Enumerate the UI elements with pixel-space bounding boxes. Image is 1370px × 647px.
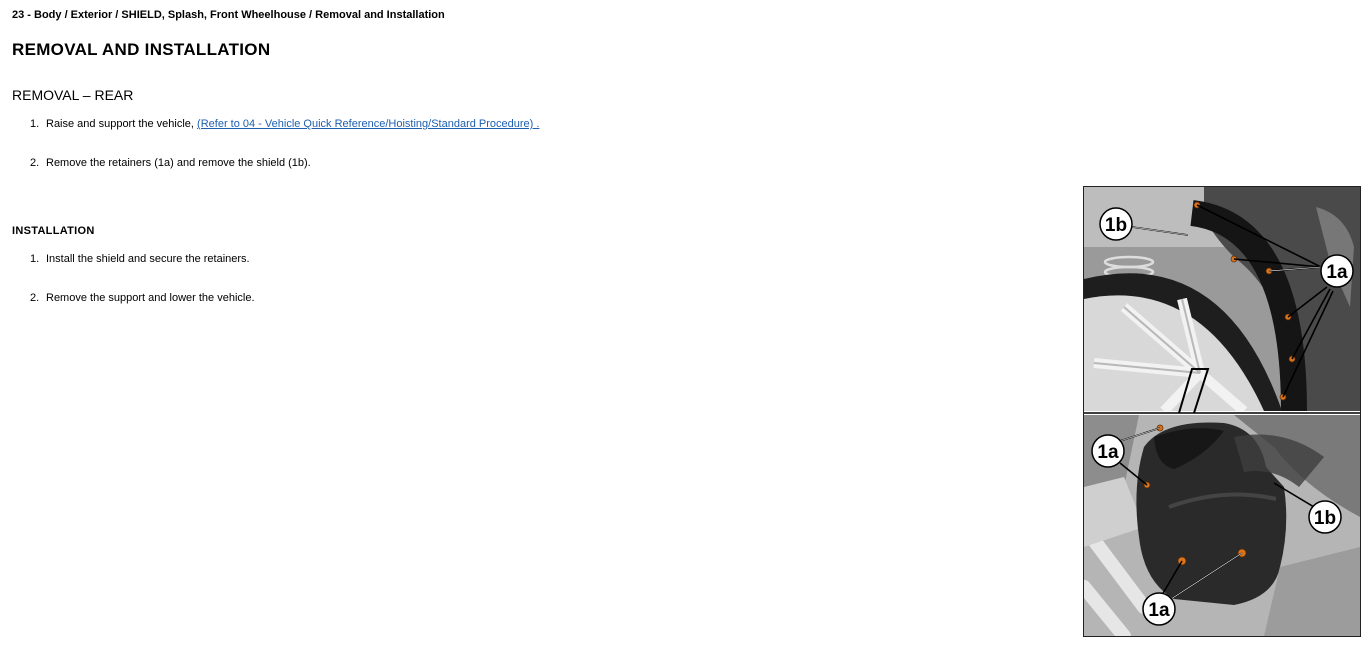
bottom-photo-panel: 1a 1b 1a bbox=[1084, 415, 1360, 636]
callout-bottom-shield: 1b bbox=[1308, 500, 1342, 534]
step-text: Install the shield and secure the retain… bbox=[46, 253, 250, 265]
hoisting-procedure-link[interactable]: (Refer to 04 - Vehicle Quick Reference/H… bbox=[197, 118, 539, 130]
step-text: Raise and support the vehicle, bbox=[46, 118, 198, 130]
step-text: Remove the retainers (1a) and remove the… bbox=[46, 157, 311, 169]
step-text: Remove the support and lower the vehicle… bbox=[46, 292, 255, 304]
installation-step-1: 1. Install the shield and secure the reta… bbox=[30, 253, 250, 265]
callout-top-retainers: 1a bbox=[1320, 254, 1354, 288]
svg-text:1a: 1a bbox=[1148, 600, 1170, 621]
removal-step-1: 1. Raise and support the vehicle, (Refer … bbox=[30, 118, 539, 130]
figure-illustration: 1b 1a 1a 1b 1a bbox=[1084, 187, 1360, 636]
installation-step-2: 2. Remove the support and lower the vehic… bbox=[30, 292, 255, 304]
step-number: 2. bbox=[30, 292, 40, 304]
breadcrumb: 23 - Body / Exterior / SHIELD, Splash, F… bbox=[12, 9, 445, 21]
removal-heading: REMOVAL – REAR bbox=[12, 87, 134, 103]
page-title: REMOVAL AND INSTALLATION bbox=[12, 40, 271, 59]
installation-heading: INSTALLATION bbox=[12, 225, 95, 237]
top-photo-panel: 1b 1a bbox=[1084, 187, 1360, 415]
svg-text:1a: 1a bbox=[1326, 262, 1348, 283]
wheelhouse-shield-figure: 1b 1a 1a 1b 1a bbox=[1083, 186, 1361, 637]
svg-text:1a: 1a bbox=[1097, 442, 1119, 463]
callout-bottom-retainers-lower: 1a bbox=[1142, 592, 1176, 626]
step-number: 1. bbox=[30, 253, 40, 265]
svg-text:1b: 1b bbox=[1105, 215, 1127, 236]
callout-bottom-retainers-upper: 1a bbox=[1091, 434, 1125, 468]
svg-text:1b: 1b bbox=[1314, 508, 1336, 529]
removal-step-2: 2. Remove the retainers (1a) and remove t… bbox=[30, 157, 311, 169]
step-number: 2. bbox=[30, 157, 40, 169]
callout-top-shield: 1b bbox=[1099, 207, 1133, 241]
step-number: 1. bbox=[30, 118, 40, 130]
